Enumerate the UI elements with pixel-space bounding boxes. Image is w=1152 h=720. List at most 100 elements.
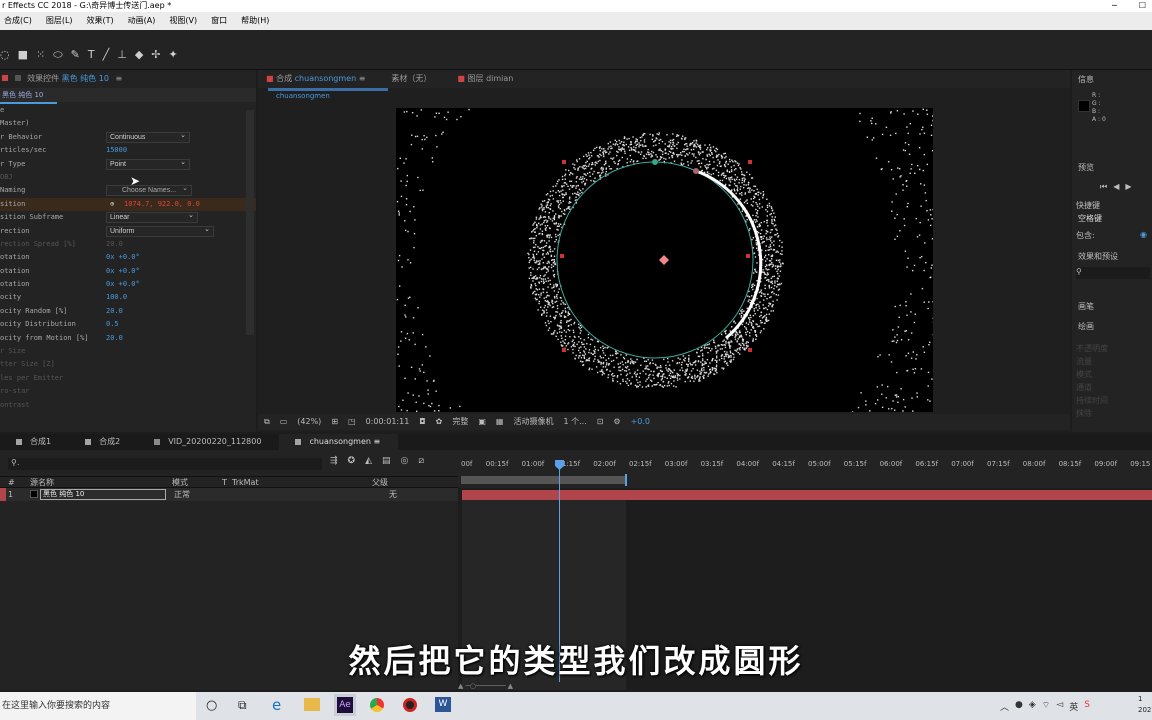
- chrome-icon[interactable]: [370, 698, 384, 712]
- property-value[interactable]: 15000: [106, 144, 127, 157]
- property-dropdown[interactable]: Continuous: [106, 131, 190, 143]
- eye-icon[interactable]: ◉: [1140, 230, 1147, 239]
- property-dropdown[interactable]: Point: [106, 158, 190, 170]
- handle-topright[interactable]: [693, 168, 699, 174]
- sogou-icon[interactable]: S: [1084, 700, 1090, 713]
- layer-row[interactable]: 1 黑色 纯色 10 正常 无: [0, 488, 458, 501]
- mask-visibility-icon[interactable]: ◳: [348, 414, 356, 430]
- handle-top[interactable]: [652, 159, 658, 165]
- preview-controls[interactable]: ⏮◀▶: [1100, 182, 1138, 192]
- taskbar-search-box[interactable]: 在这里输入你要搜索的内容: [0, 692, 196, 720]
- tab-layer[interactable]: ■ 图层 dimian: [457, 70, 513, 88]
- effect-property-row[interactable]: ocity Random [%] 20.0: [0, 305, 256, 318]
- exposure-value[interactable]: +0.0: [631, 414, 650, 430]
- menu-item[interactable]: 图层(L): [46, 12, 73, 30]
- always-preview-icon[interactable]: ⧉: [264, 414, 270, 430]
- composition-viewer[interactable]: [396, 108, 933, 412]
- views-dropdown[interactable]: 1 个...: [563, 414, 586, 430]
- zoom-slider[interactable]: ▲ ─○─────── ▲: [458, 682, 578, 690]
- property-dropdown[interactable]: Linear: [106, 211, 198, 224]
- pan-behind-tool-icon[interactable]: ⁙: [36, 48, 45, 62]
- zoom-dropdown[interactable]: (42%): [297, 414, 321, 430]
- file-explorer-icon[interactable]: [304, 698, 320, 711]
- layer-parent[interactable]: 无: [389, 488, 397, 501]
- rotate-tool-icon[interactable]: ◌: [0, 48, 10, 62]
- effect-property-row[interactable]: rticles/sec 15000: [0, 144, 256, 157]
- exposure-icon[interactable]: ⚙: [613, 414, 620, 430]
- effect-property-row[interactable]: Naming Choose Names...: [0, 184, 256, 197]
- timeline-tab[interactable]: 合成1: [0, 434, 69, 450]
- handle-right[interactable]: [746, 254, 750, 258]
- grid-icon[interactable]: ⊞: [331, 414, 338, 430]
- menu-item[interactable]: 视图(V): [169, 12, 197, 30]
- work-area-bar[interactable]: [461, 476, 627, 484]
- handle-tl[interactable]: [562, 160, 566, 164]
- word-icon[interactable]: W: [435, 697, 451, 712]
- shield-icon[interactable]: ◈: [1029, 700, 1036, 713]
- property-value[interactable]: 0x +0.0°: [106, 265, 140, 278]
- effect-property-row[interactable]: r Type Point: [0, 158, 256, 171]
- anchor-point-icon[interactable]: [659, 255, 669, 265]
- transparency-grid-icon[interactable]: ▦: [496, 414, 504, 430]
- effect-property-row[interactable]: OBJ: [0, 171, 256, 184]
- color-channel-icon[interactable]: ✿: [436, 414, 443, 430]
- cortana-icon[interactable]: ○: [206, 698, 217, 713]
- current-time[interactable]: 0:00:01:11: [366, 414, 410, 430]
- edge-icon[interactable]: e: [272, 696, 281, 714]
- work-area-end-handle[interactable]: [625, 474, 627, 486]
- effect-controls-tab[interactable]: 效果控件: [27, 74, 59, 83]
- network-icon[interactable]: ⌔: [1042, 700, 1050, 713]
- comp-flowchart-icon[interactable]: ⇶: [330, 456, 338, 466]
- frame-blending-icon[interactable]: ▤: [382, 456, 391, 466]
- shortcut-value[interactable]: 空格键: [1078, 213, 1102, 224]
- minimize-button[interactable]: ─: [1112, 0, 1117, 12]
- panel-menu-icon[interactable]: ≡: [115, 74, 122, 83]
- effect-property-row[interactable]: rection Uniform: [0, 225, 256, 238]
- effect-property-row[interactable]: otation 0x +0.0°: [0, 265, 256, 278]
- handle-br[interactable]: [748, 348, 752, 352]
- eraser-tool-icon[interactable]: ◆: [135, 48, 143, 62]
- tray-arrow-icon[interactable]: ︿: [1000, 700, 1009, 713]
- effect-property-row[interactable]: rection Spread [%] 20.0: [0, 238, 256, 251]
- wechat-icon[interactable]: ●: [1015, 700, 1023, 713]
- layer-mode[interactable]: 正常: [174, 488, 190, 501]
- roto-brush-tool-icon[interactable]: ✢: [151, 48, 160, 62]
- handle-left[interactable]: [560, 254, 564, 258]
- effect-property-row[interactable]: r Behavior Continuous: [0, 131, 256, 144]
- layer-search-input[interactable]: ⚲.: [8, 458, 322, 470]
- emitter-mask-circle[interactable]: [556, 161, 754, 359]
- effect-property-row[interactable]: ocity 100.0: [0, 291, 256, 304]
- type-tool-icon[interactable]: T: [88, 48, 95, 62]
- clone-stamp-tool-icon[interactable]: ⊥: [117, 48, 127, 62]
- property-value[interactable]: 0x +0.0°: [106, 251, 140, 264]
- effect-property-row[interactable]: ocity from Motion [%] 20.0: [0, 332, 256, 345]
- crosshair-icon[interactable]: ⊕: [110, 198, 114, 211]
- region-icon[interactable]: ▣: [478, 414, 486, 430]
- property-dropdown[interactable]: Uniform: [106, 225, 214, 237]
- motion-blur-icon[interactable]: ◎: [401, 456, 409, 466]
- handle-tr[interactable]: [748, 160, 752, 164]
- layer-name[interactable]: 黑色 纯色 10: [40, 489, 166, 500]
- draft-3d-icon[interactable]: ✪: [348, 456, 356, 466]
- timeline-tab[interactable]: 合成2: [69, 434, 138, 450]
- layer-duration-bar[interactable]: [462, 490, 1152, 500]
- time-ruler[interactable]: 00f 00:15f 01:00f 01:15f 02:00f 02:15f 03:00f 0…: [458, 450, 1152, 490]
- ellipse-tool-icon[interactable]: ⬭: [53, 48, 62, 62]
- panel-menu-icon[interactable]: ≡: [371, 437, 380, 446]
- effect-property-row[interactable]: otation 0x +0.0°: [0, 251, 256, 264]
- effect-property-row[interactable]: sition ⊕ 1074.7, 922.0, 0.0: [0, 197, 256, 212]
- monitor-icon[interactable]: ▭: [280, 414, 288, 430]
- menu-item[interactable]: 效果(T): [87, 12, 114, 30]
- property-value[interactable]: 20.0: [106, 238, 123, 251]
- property-value[interactable]: 20.0: [106, 305, 123, 318]
- menu-item[interactable]: 窗口: [211, 12, 227, 30]
- property-value[interactable]: 0x +0.0°: [106, 278, 140, 291]
- property-value[interactable]: 20.0: [106, 332, 123, 345]
- brush-tool-icon[interactable]: ╱: [103, 48, 110, 62]
- property-value[interactable]: 0.5: [106, 318, 119, 331]
- effect-property-row[interactable]: e: [0, 104, 256, 117]
- effect-property-row[interactable]: r Size: [0, 345, 256, 358]
- volume-icon[interactable]: ◅: [1056, 700, 1063, 713]
- effect-property-row[interactable]: tter Size [Z]: [0, 358, 256, 371]
- effect-property-row[interactable]: otation 0x +0.0°: [0, 278, 256, 291]
